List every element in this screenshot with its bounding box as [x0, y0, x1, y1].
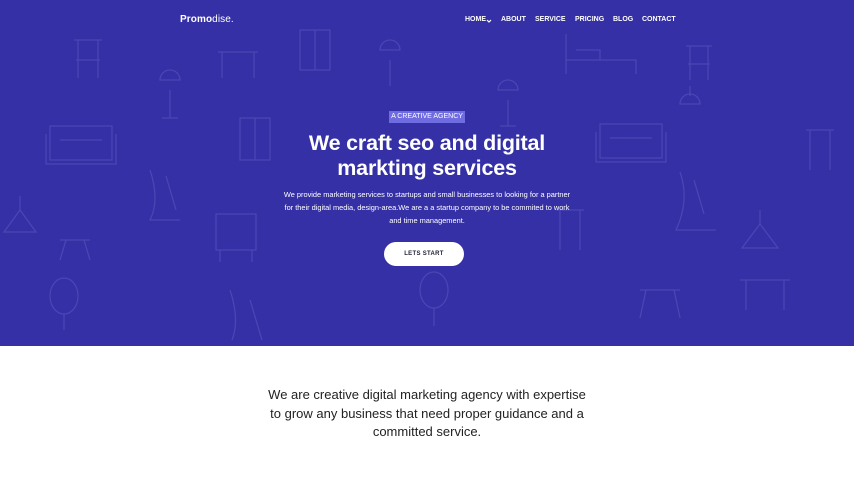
chair-icon [686, 45, 712, 80]
armchair-icon [674, 171, 716, 231]
description-line: We provide marketing services to startup… [283, 190, 571, 199]
agency-badge: A CREATIVE AGENCY [389, 111, 465, 123]
about-text-line: to grow any business that need proper gu… [270, 405, 584, 421]
hero-description: We provide marketing services to startup… [257, 188, 597, 227]
stool-icon [639, 289, 681, 319]
headline-line: markting services [337, 156, 517, 180]
lets-start-button[interactable]: LETS START [384, 242, 464, 266]
nav-item-about[interactable]: ABOUT [501, 16, 526, 23]
brand-name-light: dise. [212, 14, 234, 25]
chair-icon [74, 39, 102, 78]
stool-icon [49, 277, 79, 330]
nav-item-blog[interactable]: BLOG [613, 16, 633, 23]
brand-name-bold: Promo [180, 14, 213, 25]
stool-icon [59, 239, 91, 261]
brand-logo[interactable]: Promodise. [180, 14, 234, 28]
hero-section: Promodise. HOME ABOUT SERVICE PRICING BL… [0, 0, 854, 346]
description-line: and time management. [389, 216, 465, 225]
about-text-line: We are creative digital marketing agency… [268, 387, 586, 402]
table-icon [740, 279, 790, 310]
description-line: for their digital media, design-area.We … [284, 203, 570, 212]
nav-item-home[interactable]: HOME [465, 16, 486, 23]
sofa-icon [45, 125, 117, 165]
chevron-down-icon [486, 19, 492, 23]
stool-icon [419, 271, 449, 326]
lamp-icon [497, 79, 519, 127]
nav-item-service[interactable]: SERVICE [535, 16, 566, 23]
nav-item-contact[interactable]: CONTACT [642, 16, 676, 23]
headline-line: We craft seo and digital [308, 131, 546, 155]
table-icon [218, 51, 258, 78]
about-intro: We are creative digital marketing agency… [227, 386, 627, 442]
armchair-icon [229, 289, 263, 341]
lamp-icon [379, 39, 401, 86]
chair-icon [806, 129, 834, 170]
bed-icon [565, 34, 637, 74]
armchair-icon [148, 169, 180, 221]
about-text-line: committed service. [372, 424, 482, 439]
cabinet-icon [299, 29, 331, 71]
lamp-icon [740, 210, 780, 249]
armchair-icon [215, 213, 257, 262]
lamp-icon [679, 86, 701, 105]
lamp-icon [2, 196, 38, 233]
nav-item-pricing[interactable]: PRICING [575, 16, 604, 23]
lamp-icon [159, 69, 181, 119]
hero-headline: We craft seo and digital markting servic… [227, 131, 627, 181]
